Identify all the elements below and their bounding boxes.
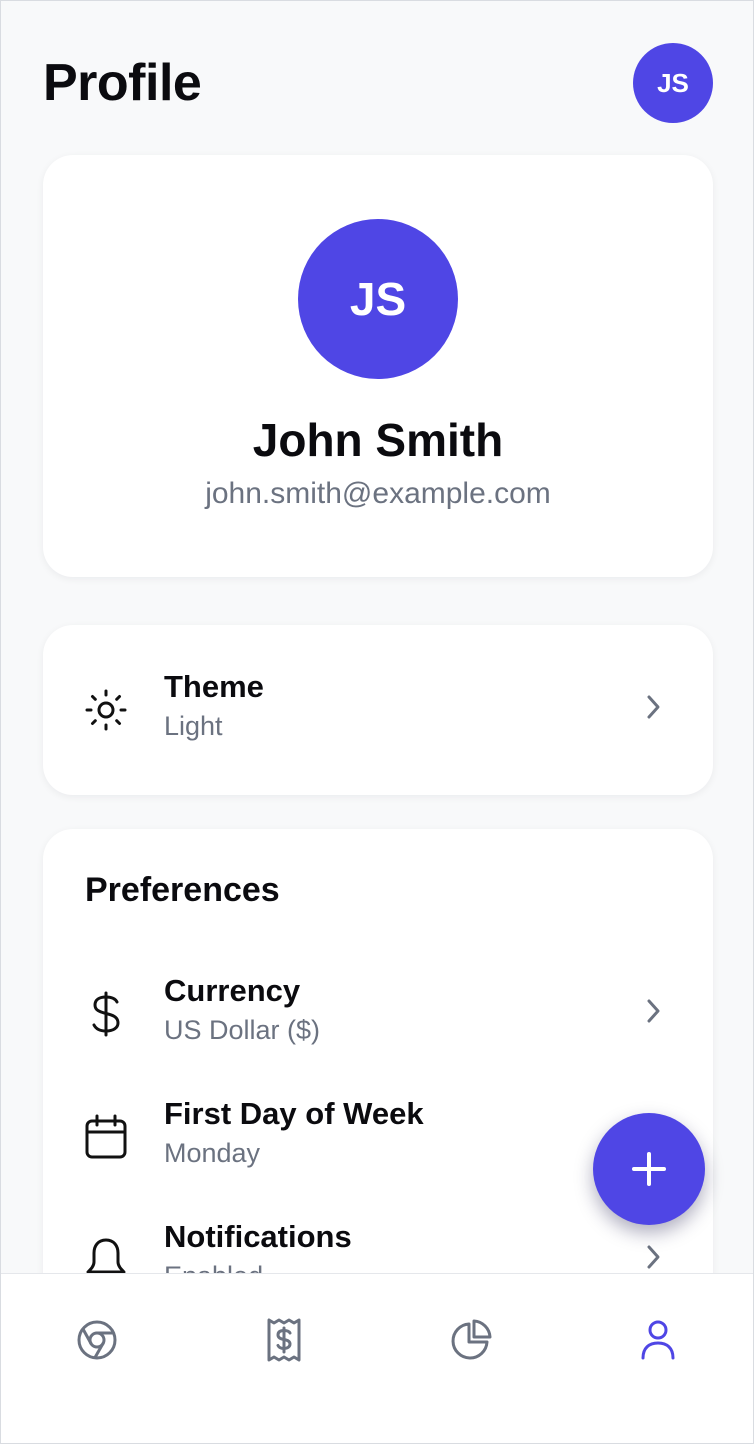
chevron-right-icon: [637, 995, 669, 1027]
bottom-tab-bar: [1, 1273, 753, 1443]
profile-avatar[interactable]: JS: [298, 219, 458, 379]
profile-card: JS John Smith john.smith@example.com: [43, 155, 713, 577]
receipt-icon: [267, 1318, 301, 1362]
chevron-right-icon: [637, 1241, 669, 1273]
header-avatar[interactable]: JS: [633, 43, 713, 123]
chevron-right-icon: [637, 691, 669, 723]
add-button[interactable]: [593, 1113, 705, 1225]
tab-dashboard[interactable]: [67, 1310, 127, 1370]
theme-row[interactable]: Theme Light: [43, 663, 713, 763]
sun-icon: [81, 685, 131, 735]
profile-name: John Smith: [252, 414, 504, 466]
dollar-icon: [81, 989, 131, 1039]
plus-icon: [632, 1152, 666, 1186]
theme-label: Theme: [164, 669, 264, 704]
calendar-icon: [81, 1112, 131, 1162]
currency-row[interactable]: Currency US Dollar ($): [43, 967, 713, 1067]
first-day-value: Monday: [164, 1138, 261, 1168]
theme-card: Theme Light: [43, 625, 713, 795]
notifications-label: Notifications: [164, 1219, 352, 1254]
first-day-label: First Day of Week: [164, 1096, 424, 1131]
theme-value: Light: [164, 711, 223, 741]
page-title: Profile: [43, 54, 202, 112]
user-icon: [641, 1320, 675, 1360]
tab-profile[interactable]: [628, 1310, 688, 1370]
pie-chart-icon: [451, 1319, 492, 1360]
tab-transactions[interactable]: [254, 1310, 314, 1370]
profile-screen: Profile JS JS John Smith john.smith@exam…: [0, 0, 754, 1444]
dashboard-icon: [77, 1320, 117, 1360]
tab-reports[interactable]: [441, 1310, 501, 1370]
currency-value: US Dollar ($): [164, 1015, 321, 1045]
profile-email: john.smith@example.com: [205, 477, 551, 510]
currency-label: Currency: [164, 973, 301, 1008]
preferences-heading: Preferences: [85, 871, 280, 909]
preferences-card: Preferences Currency US Dollar ($) First…: [43, 829, 713, 1329]
